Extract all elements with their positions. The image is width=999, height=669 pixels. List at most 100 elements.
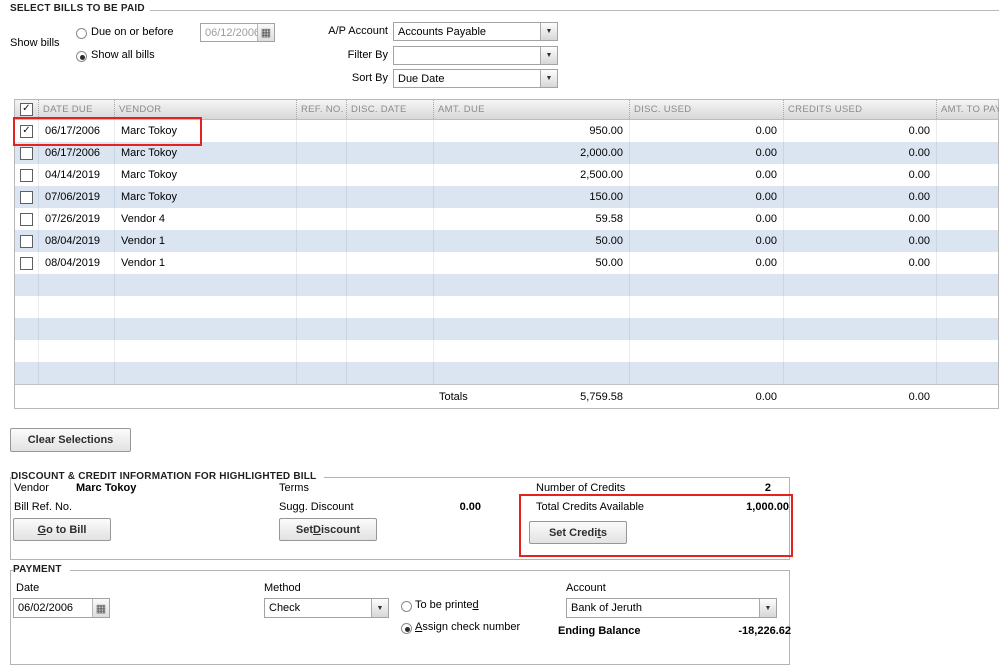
method-dropdown[interactable]: Check ▼: [264, 598, 389, 618]
bill-row[interactable]: 06/17/2006Marc Tokoy2,000.000.000.00: [15, 142, 998, 164]
bill-vendor[interactable]: Vendor 1: [114, 252, 296, 274]
show-all-bills-label[interactable]: Show all bills: [91, 49, 155, 61]
bill-date-due[interactable]: 08/04/2019: [38, 252, 114, 274]
calendar-icon[interactable]: ▦: [257, 24, 274, 41]
chevron-down-icon[interactable]: ▼: [540, 23, 557, 40]
bill-select-checkbox[interactable]: [20, 235, 33, 248]
bill-amt-due[interactable]: 2,500.00: [433, 164, 629, 186]
bill-credits-used[interactable]: 0.00: [783, 142, 936, 164]
chevron-down-icon[interactable]: ▼: [371, 599, 388, 617]
bill-checkbox-cell[interactable]: [15, 186, 38, 208]
bill-vendor[interactable]: Marc Tokoy: [114, 164, 296, 186]
bill-checkbox-cell[interactable]: [15, 252, 38, 274]
bill-date-due[interactable]: 06/17/2006: [38, 142, 114, 164]
bill-disc-date[interactable]: [346, 186, 433, 208]
bill-amt-to-pay[interactable]: [936, 208, 999, 230]
bill-amt-due[interactable]: 950.00: [433, 120, 629, 142]
bill-credits-used[interactable]: 0.00: [783, 252, 936, 274]
bill-credits-used[interactable]: 0.00: [783, 164, 936, 186]
sort-by-dropdown[interactable]: Due Date ▼: [393, 69, 558, 88]
bill-amt-to-pay[interactable]: [936, 186, 999, 208]
bill-amt-to-pay[interactable]: [936, 120, 999, 142]
show-all-bills-radio[interactable]: [76, 51, 87, 62]
bill-row[interactable]: 08/04/2019Vendor 150.000.000.00: [15, 230, 998, 252]
bill-checkbox-cell[interactable]: [15, 208, 38, 230]
select-all-checkbox[interactable]: ✓: [20, 103, 33, 116]
assign-check-number-label[interactable]: Assign check number: [415, 621, 520, 633]
bill-vendor[interactable]: Vendor 4: [114, 208, 296, 230]
bill-disc-used[interactable]: 0.00: [629, 230, 783, 252]
bill-amt-due[interactable]: 150.00: [433, 186, 629, 208]
chevron-down-icon[interactable]: ▼: [759, 599, 776, 617]
due-date-field[interactable]: 06/12/2006 ▦: [200, 23, 275, 42]
bill-credits-used[interactable]: 0.00: [783, 186, 936, 208]
bill-ref-no[interactable]: [296, 230, 346, 252]
bill-row[interactable]: 08/04/2019Vendor 150.000.000.00: [15, 252, 998, 274]
bill-checkbox-cell[interactable]: [15, 164, 38, 186]
bill-amt-due[interactable]: 50.00: [433, 230, 629, 252]
bill-select-checkbox[interactable]: [20, 213, 33, 226]
bill-amt-due[interactable]: 2,000.00: [433, 142, 629, 164]
bill-disc-date[interactable]: [346, 230, 433, 252]
bill-ref-no[interactable]: [296, 186, 346, 208]
bill-checkbox-cell[interactable]: [15, 142, 38, 164]
bill-select-checkbox[interactable]: [20, 169, 33, 182]
bill-disc-used[interactable]: 0.00: [629, 120, 783, 142]
bill-ref-no[interactable]: [296, 252, 346, 274]
chevron-down-icon[interactable]: ▼: [540, 47, 557, 64]
bill-row[interactable]: 07/26/2019Vendor 459.580.000.00: [15, 208, 998, 230]
bill-disc-used[interactable]: 0.00: [629, 142, 783, 164]
bill-checkbox-cell[interactable]: [15, 230, 38, 252]
to-be-printed-radio[interactable]: [401, 601, 412, 612]
bill-checkbox-cell[interactable]: ✓: [15, 120, 38, 142]
bill-vendor[interactable]: Marc Tokoy: [114, 120, 296, 142]
bill-select-checkbox[interactable]: [20, 147, 33, 160]
bill-disc-date[interactable]: [346, 120, 433, 142]
ap-account-dropdown[interactable]: Accounts Payable ▼: [393, 22, 558, 41]
bill-amt-to-pay[interactable]: [936, 230, 999, 252]
bill-disc-date[interactable]: [346, 164, 433, 186]
bill-row[interactable]: 07/06/2019Marc Tokoy150.000.000.00: [15, 186, 998, 208]
bill-amt-to-pay[interactable]: [936, 142, 999, 164]
bill-disc-date[interactable]: [346, 252, 433, 274]
calendar-icon[interactable]: ▦: [92, 599, 109, 617]
bill-disc-used[interactable]: 0.00: [629, 186, 783, 208]
chevron-down-icon[interactable]: ▼: [540, 70, 557, 87]
bill-amt-to-pay[interactable]: [936, 164, 999, 186]
bill-amt-due[interactable]: 59.58: [433, 208, 629, 230]
set-discount-button[interactable]: Set Discount: [279, 518, 377, 541]
bill-date-due[interactable]: 04/14/2019: [38, 164, 114, 186]
bill-select-checkbox[interactable]: [20, 257, 33, 270]
bill-disc-date[interactable]: [346, 142, 433, 164]
payment-date-value[interactable]: 06/02/2006: [14, 599, 92, 617]
bill-credits-used[interactable]: 0.00: [783, 208, 936, 230]
bill-disc-used[interactable]: 0.00: [629, 252, 783, 274]
due-on-or-before-radio[interactable]: [76, 28, 87, 39]
bill-disc-used[interactable]: 0.00: [629, 164, 783, 186]
bill-vendor[interactable]: Vendor 1: [114, 230, 296, 252]
filter-by-dropdown[interactable]: ▼: [393, 46, 558, 65]
to-be-printed-label[interactable]: To be printed: [415, 599, 479, 611]
bill-ref-no[interactable]: [296, 120, 346, 142]
clear-selections-button[interactable]: Clear Selections: [10, 428, 131, 452]
bill-disc-used[interactable]: 0.00: [629, 208, 783, 230]
bill-date-due[interactable]: 07/06/2019: [38, 186, 114, 208]
assign-check-number-radio[interactable]: [401, 623, 412, 634]
due-on-or-before-label[interactable]: Due on or before: [91, 26, 174, 38]
due-date-value[interactable]: 06/12/2006: [201, 24, 257, 41]
bill-amt-to-pay[interactable]: [936, 252, 999, 274]
account-dropdown[interactable]: Bank of Jeruth ▼: [566, 598, 777, 618]
bill-row[interactable]: ✓06/17/2006Marc Tokoy950.000.000.00: [15, 120, 998, 142]
bill-vendor[interactable]: Marc Tokoy: [114, 186, 296, 208]
bill-date-due[interactable]: 07/26/2019: [38, 208, 114, 230]
bill-credits-used[interactable]: 0.00: [783, 120, 936, 142]
bill-ref-no[interactable]: [296, 208, 346, 230]
go-to-bill-button[interactable]: Go to Bill: [13, 518, 111, 541]
bill-amt-due[interactable]: 50.00: [433, 252, 629, 274]
bill-disc-date[interactable]: [346, 208, 433, 230]
bill-ref-no[interactable]: [296, 142, 346, 164]
bill-credits-used[interactable]: 0.00: [783, 230, 936, 252]
bill-ref-no[interactable]: [296, 164, 346, 186]
bill-select-checkbox[interactable]: ✓: [20, 125, 33, 138]
bill-row[interactable]: 04/14/2019Marc Tokoy2,500.000.000.00: [15, 164, 998, 186]
